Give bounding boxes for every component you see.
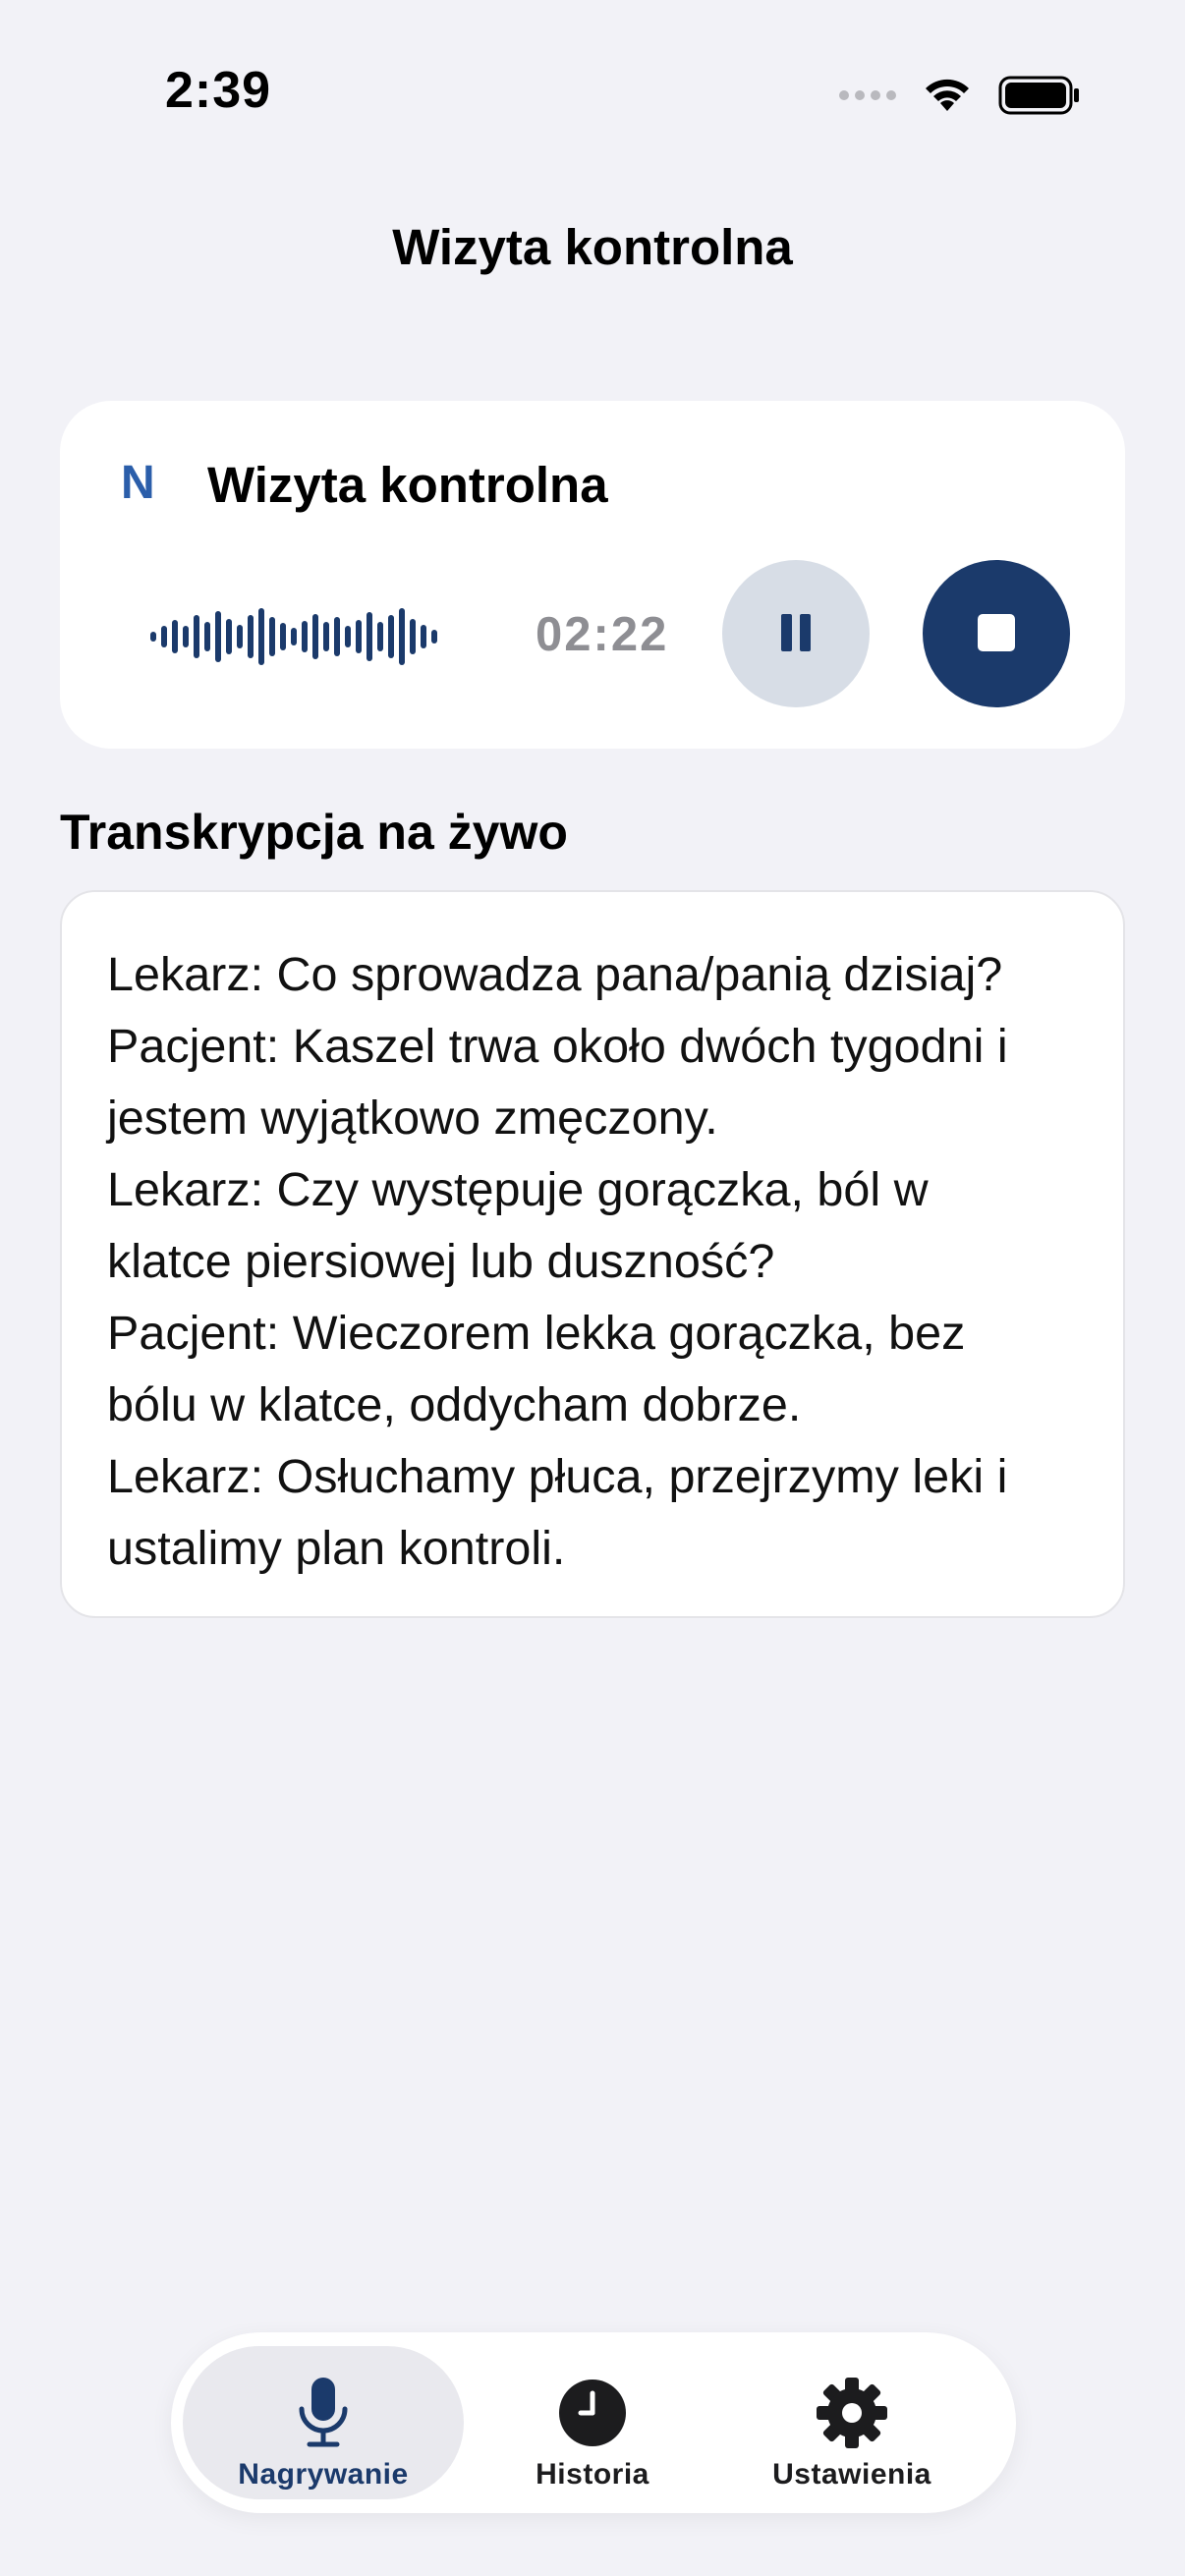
waveform-bar [291,628,297,645]
recording-title: Wizyta kontrolna [207,457,608,513]
waveform-bar [302,621,308,652]
gear-icon [815,2376,889,2450]
microphone-icon [294,2376,353,2450]
transcription-box: Lekarz: Co sprowadza pana/panią dzisiaj?… [60,890,1125,1618]
recording-timer: 02:22 [536,608,669,661]
cellular-signal-icon [839,90,896,100]
waveform-bar [150,632,156,642]
waveform-bar [280,623,286,650]
transcription-heading: Transkrypcja na żywo [60,805,568,860]
app-logo: N [121,457,155,509]
waveform-bar [421,625,426,648]
pause-icon [779,612,813,656]
transcript-line: ustalimy plan kontroli. [107,1522,566,1575]
waveform-bar [215,611,221,662]
transcript-line: Lekarz: Co sprowadza pana/panią dzisiaj? [107,948,1003,1001]
wifi-icon [922,76,973,115]
transcript-line: Pacjent: Wieczorem lekka gorączka, bez [107,1307,966,1360]
battery-icon [998,74,1081,117]
waveform-bar [399,608,405,665]
waveform-bar [367,612,372,661]
tab-label: Nagrywanie [238,2458,409,2491]
waveform-bar [312,614,318,659]
clock-icon [557,2376,628,2450]
waveform-bar [334,617,340,656]
transcript-line: bólu w klatce, oddycham dobrze. [107,1378,802,1431]
recording-screen: 2:39 Wizyta kontrolna N Wizyta kontrolna [0,0,1185,2576]
tab-recording[interactable]: Nagrywanie [183,2346,464,2499]
waveform-bar [269,617,275,656]
waveform-bar [388,615,394,658]
waveform-bar [410,619,416,654]
waveform-bar [323,622,329,651]
tab-label: Ustawienia [772,2458,931,2491]
tab-settings[interactable]: Ustawienia [711,2346,992,2499]
page-title: Wizyta kontrolna [392,219,793,275]
waveform-bar [194,615,199,658]
waveform-bar [258,608,264,665]
stop-button[interactable] [923,560,1070,707]
recording-card: N Wizyta kontrolna 02:22 [60,401,1125,749]
pause-button[interactable] [722,560,870,707]
tab-bar: Nagrywanie Historia Ustawienia [171,2332,1016,2513]
waveform-bar [172,620,178,653]
waveform-bar [431,630,437,644]
waveform-bar [356,620,362,653]
transcript-line: Lekarz: Czy występuje gorączka, ból w [107,1163,929,1216]
tab-history[interactable]: Historia [452,2346,733,2499]
waveform-bar [377,622,383,651]
waveform-bar [204,622,210,651]
waveform-bar [345,626,351,647]
transcript-line: Pacjent: Kaszel trwa około dwóch tygodni… [107,1020,1008,1073]
waveform-bar [248,615,254,658]
transcript-line: jestem wyjątkowo zmęczony. [107,1092,718,1145]
transcript-line: klatce piersiowej lub duszność? [107,1235,775,1288]
status-indicators [839,71,1081,120]
tab-label: Historia [536,2458,649,2491]
waveform-icon [146,597,441,681]
waveform-bar [161,626,167,647]
waveform-bar [226,619,232,654]
status-time: 2:39 [165,62,272,119]
stop-icon [976,612,1017,656]
waveform-bar [183,626,189,647]
waveform-bar [237,625,243,648]
transcript-line: Lekarz: Osłuchamy płuca, przejrzymy leki… [107,1450,1008,1503]
